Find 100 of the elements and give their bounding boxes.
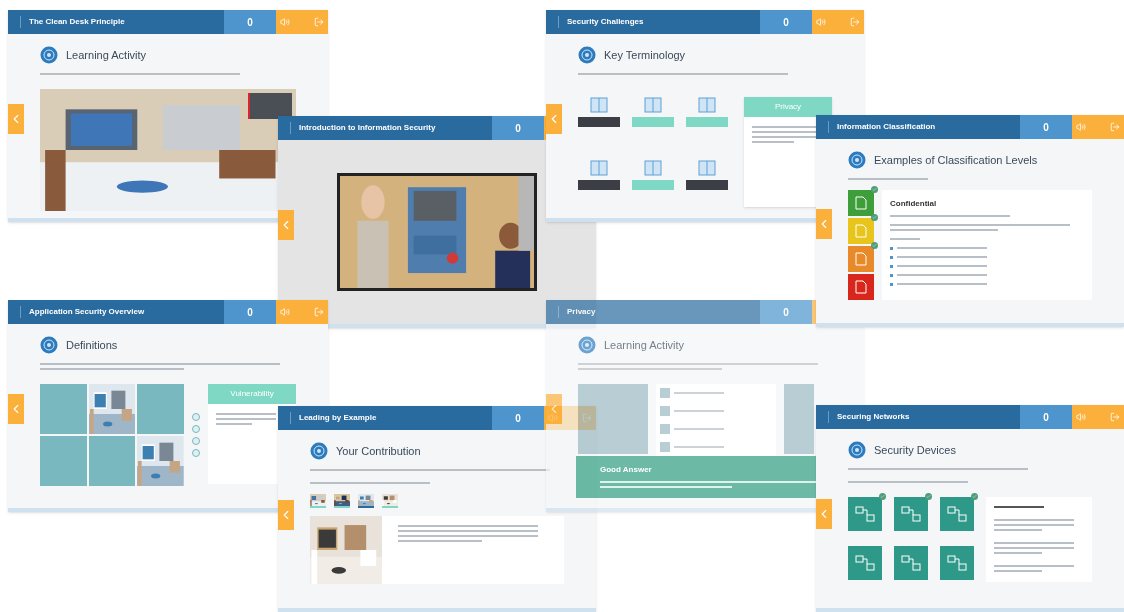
thumbnail[interactable] (334, 494, 350, 508)
book-icon[interactable] (698, 97, 716, 113)
book-icon[interactable] (644, 160, 662, 176)
device-tile[interactable] (940, 545, 974, 580)
drop-zone[interactable] (784, 384, 814, 454)
slide-title: Information Classification (828, 121, 936, 133)
device-tile[interactable] (848, 545, 882, 580)
speaker-icon[interactable] (280, 17, 290, 27)
slide-heading: Key Terminology (604, 47, 686, 63)
check-icon (925, 493, 932, 500)
previous-button[interactable] (278, 210, 294, 240)
badge-icon (578, 46, 596, 64)
term-tile[interactable] (40, 384, 87, 434)
term-tag[interactable] (686, 117, 728, 127)
score-value: 0 (247, 15, 253, 30)
drop-zone[interactable] (578, 384, 648, 454)
blurred-text-drawing (216, 412, 276, 427)
slide-title: Application Security Overview (20, 306, 145, 318)
term-tag[interactable] (632, 180, 674, 190)
check-icon (871, 214, 878, 221)
check-icon (879, 493, 886, 500)
previous-button[interactable] (546, 104, 562, 134)
score-value: 0 (783, 305, 789, 320)
document-tile[interactable] (848, 274, 874, 300)
check-icon (871, 186, 878, 193)
term-tag[interactable] (578, 180, 620, 190)
previous-button[interactable] (816, 499, 832, 529)
term-tile[interactable] (40, 436, 87, 486)
exit-icon[interactable] (1110, 122, 1120, 132)
previous-button[interactable] (8, 394, 24, 424)
slide-title: Security Challenges (558, 16, 644, 28)
thumbnail[interactable] (358, 494, 374, 508)
score-value: 0 (1043, 410, 1049, 425)
panel-title: Confidential (890, 198, 938, 210)
bullet-icon (890, 274, 893, 277)
slide-title: Leading by Example (290, 412, 377, 424)
network-icon (855, 553, 875, 572)
bullet-icon (890, 265, 893, 268)
document-icon (855, 196, 867, 210)
book-icon[interactable] (644, 97, 662, 113)
score-value: 0 (783, 15, 789, 30)
panel-title: Vulnerability (208, 384, 296, 404)
slide-heading: Your Contribution (336, 443, 421, 459)
network-icon (855, 505, 875, 523)
slide-heading: Learning Activity (66, 47, 147, 63)
score-value: 0 (515, 411, 521, 426)
slide-heading: Definitions (66, 337, 118, 353)
term-tag[interactable] (578, 117, 620, 127)
previous-button[interactable] (546, 394, 562, 424)
network-icon (901, 553, 921, 572)
device-tile[interactable] (894, 545, 928, 580)
speaker-icon[interactable] (1076, 412, 1086, 422)
badge-icon (40, 336, 58, 354)
panel-title: Privacy (744, 97, 832, 117)
badge-icon (848, 151, 866, 169)
thumbnail[interactable] (382, 494, 398, 508)
exit-icon[interactable] (314, 307, 324, 317)
bullet-icon (890, 283, 893, 286)
score-value: 0 (1043, 120, 1049, 135)
exit-icon[interactable] (850, 17, 860, 27)
badge-icon (848, 441, 866, 459)
network-icon (947, 505, 967, 523)
thumbnail[interactable] (310, 494, 326, 508)
slide-title: Privacy (558, 306, 596, 318)
slide-heading: Learning Activity (604, 337, 685, 353)
document-icon (855, 252, 867, 266)
speaker-icon[interactable] (816, 17, 826, 27)
feedback-title: Good Answer (600, 464, 653, 476)
document-icon (855, 280, 867, 294)
slide-heading: Security Devices (874, 442, 956, 458)
slide-title: The Clean Desk Principle (20, 16, 125, 28)
badge-icon (310, 442, 328, 460)
book-icon[interactable] (698, 160, 716, 176)
exit-icon[interactable] (1110, 412, 1120, 422)
term-tag[interactable] (632, 117, 674, 127)
term-tile[interactable] (88, 436, 136, 486)
slide-heading: Examples of Classification Levels (874, 152, 1038, 168)
bullet-icon (890, 256, 893, 259)
counter-panel (248, 93, 292, 119)
check-icon (871, 242, 878, 249)
book-icon[interactable] (590, 97, 608, 113)
bullet-icon (890, 247, 893, 250)
book-icon[interactable] (590, 160, 608, 176)
check-icon (971, 493, 978, 500)
badge-icon (40, 46, 58, 64)
previous-button[interactable] (8, 104, 24, 134)
slide-title: Securing Networks (828, 411, 910, 423)
exit-icon[interactable] (314, 17, 324, 27)
score-value: 0 (247, 305, 253, 320)
network-icon (901, 505, 921, 523)
previous-button[interactable] (816, 209, 832, 239)
document-icon (855, 224, 867, 238)
slide-title: Introduction to Information Security (290, 122, 436, 134)
speaker-icon[interactable] (280, 307, 290, 317)
term-tag[interactable] (686, 180, 728, 190)
speaker-icon[interactable] (1076, 122, 1086, 132)
network-icon (947, 553, 967, 572)
term-tile[interactable] (137, 384, 184, 434)
score-value: 0 (515, 121, 521, 136)
previous-button[interactable] (278, 500, 294, 530)
